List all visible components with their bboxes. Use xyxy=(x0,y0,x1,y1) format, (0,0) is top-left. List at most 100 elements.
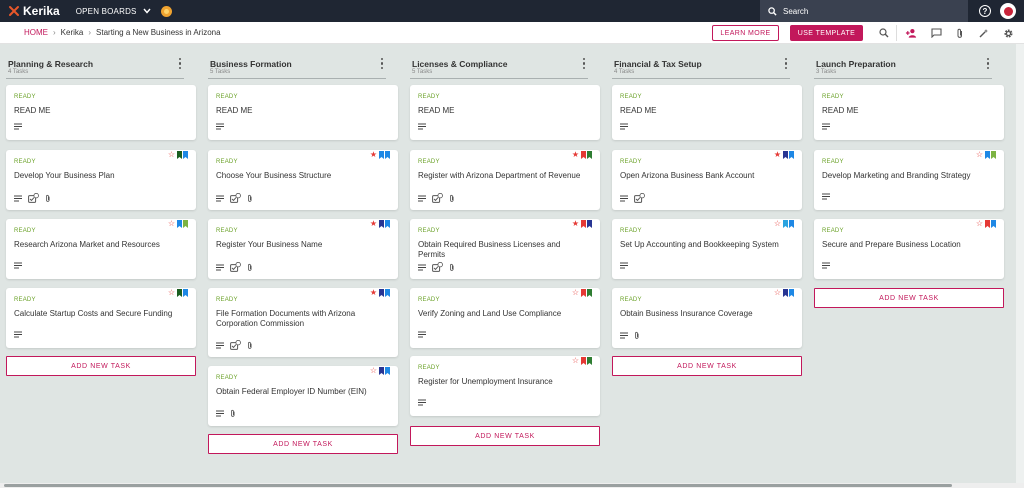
star-icon[interactable]: ★ xyxy=(572,220,579,228)
kerika-logo[interactable]: Kerika xyxy=(8,4,60,18)
checklist-icon[interactable] xyxy=(634,192,645,205)
task-card[interactable]: READY READ ME xyxy=(814,85,1004,140)
task-title[interactable]: Research Arizona Market and Resources xyxy=(14,240,184,250)
column-title[interactable]: Launch Preparation xyxy=(816,59,896,69)
column-title[interactable]: Financial & Tax Setup xyxy=(614,59,702,69)
add-new-task-button[interactable]: ADD NEW TASK xyxy=(6,356,196,376)
task-title[interactable]: Develop Marketing and Branding Strategy xyxy=(822,171,992,181)
task-card[interactable]: READY Obtain Federal Employer ID Number (… xyxy=(208,366,398,426)
star-icon[interactable]: ☆ xyxy=(774,220,781,228)
task-card[interactable]: READY Calculate Startup Costs and Secure … xyxy=(6,288,196,348)
task-card[interactable]: READY READ ME xyxy=(6,85,196,140)
column-title[interactable]: Business Formation xyxy=(210,59,292,69)
paperclip-icon[interactable] xyxy=(634,331,640,342)
user-avatar[interactable] xyxy=(1000,3,1016,19)
learn-more-button[interactable]: LEARN MORE xyxy=(712,25,779,41)
star-icon[interactable]: ★ xyxy=(774,151,781,159)
star-icon[interactable]: ★ xyxy=(370,151,377,159)
add-person-icon[interactable] xyxy=(905,27,917,39)
column-menu-icon[interactable] xyxy=(178,58,182,69)
sun-status-icon[interactable] xyxy=(160,5,172,17)
task-card[interactable]: READY Choose Your Business Structure ★ xyxy=(208,150,398,210)
task-card[interactable]: READY Register Your Business Name ★ xyxy=(208,219,398,279)
task-card[interactable]: READY File Formation Documents with Arizo… xyxy=(208,288,398,357)
magic-wand-icon[interactable] xyxy=(977,27,989,39)
checklist-icon[interactable] xyxy=(230,261,241,274)
paperclip-icon[interactable] xyxy=(45,194,51,205)
add-new-task-button[interactable]: ADD NEW TASK xyxy=(208,434,398,454)
paperclip-icon[interactable] xyxy=(247,263,253,274)
star-icon[interactable]: ★ xyxy=(370,220,377,228)
add-new-task-button[interactable]: ADD NEW TASK xyxy=(814,288,1004,308)
checklist-icon[interactable] xyxy=(432,192,443,205)
task-title[interactable]: Obtain Business Insurance Coverage xyxy=(620,309,790,319)
breadcrumb-org[interactable]: Kerika xyxy=(61,28,84,37)
breadcrumb-home[interactable]: HOME xyxy=(24,28,48,37)
checklist-icon[interactable] xyxy=(230,339,241,352)
star-icon[interactable]: ☆ xyxy=(976,220,983,228)
column-menu-icon[interactable] xyxy=(986,58,990,69)
task-title[interactable]: Calculate Startup Costs and Secure Fundi… xyxy=(14,309,184,319)
task-card[interactable]: READY Set Up Accounting and Bookkeeping S… xyxy=(612,219,802,279)
chat-icon[interactable] xyxy=(930,27,942,39)
star-icon[interactable]: ☆ xyxy=(976,151,983,159)
star-icon[interactable]: ☆ xyxy=(572,289,579,297)
star-icon[interactable]: ☆ xyxy=(168,151,175,159)
star-icon[interactable]: ☆ xyxy=(168,220,175,228)
column-title[interactable]: Planning & Research xyxy=(8,59,93,69)
paperclip-icon[interactable] xyxy=(954,27,966,39)
add-new-task-button[interactable]: ADD NEW TASK xyxy=(410,426,600,446)
column-menu-icon[interactable] xyxy=(784,58,788,69)
task-card[interactable]: READY Secure and Prepare Business Locatio… xyxy=(814,219,1004,279)
task-card[interactable]: READY Obtain Business Insurance Coverage ☆ xyxy=(612,288,802,348)
task-title[interactable]: Open Arizona Business Bank Account xyxy=(620,171,790,181)
task-title[interactable]: Set Up Accounting and Bookkeeping System xyxy=(620,240,790,250)
task-card[interactable]: READY Obtain Required Business Licenses a… xyxy=(410,219,600,279)
task-title[interactable]: READ ME xyxy=(822,106,992,116)
task-card[interactable]: READY Develop Your Business Plan ☆ xyxy=(6,150,196,210)
star-icon[interactable]: ☆ xyxy=(168,289,175,297)
task-title[interactable]: READ ME xyxy=(620,106,790,116)
task-title[interactable]: File Formation Documents with Arizona Co… xyxy=(216,309,386,329)
task-title[interactable]: Choose Your Business Structure xyxy=(216,171,386,181)
task-card[interactable]: READY READ ME xyxy=(208,85,398,140)
open-boards-menu[interactable]: OPEN BOARDS xyxy=(76,7,151,16)
checklist-icon[interactable] xyxy=(432,261,443,274)
paperclip-icon[interactable] xyxy=(247,341,253,352)
star-icon[interactable]: ☆ xyxy=(774,289,781,297)
task-card[interactable]: READY Verify Zoning and Land Use Complian… xyxy=(410,288,600,348)
task-card[interactable]: READY Open Arizona Business Bank Account ★ xyxy=(612,150,802,210)
search-box[interactable]: Search xyxy=(760,0,968,22)
scrollbar-thumb[interactable] xyxy=(4,484,952,487)
paperclip-icon[interactable] xyxy=(247,194,253,205)
paperclip-icon[interactable] xyxy=(449,263,455,274)
task-title[interactable]: Develop Your Business Plan xyxy=(14,171,184,181)
task-title[interactable]: READ ME xyxy=(418,106,588,116)
task-card[interactable]: READY Develop Marketing and Branding Stra… xyxy=(814,150,1004,210)
task-card[interactable]: READY Register with Arizona Department of… xyxy=(410,150,600,210)
paperclip-icon[interactable] xyxy=(449,194,455,205)
checklist-icon[interactable] xyxy=(230,192,241,205)
help-icon[interactable]: ? xyxy=(979,5,991,17)
task-title[interactable]: Register for Unemployment Insurance xyxy=(418,377,588,387)
task-title[interactable]: Obtain Federal Employer ID Number (EIN) xyxy=(216,387,386,397)
horizontal-scrollbar[interactable] xyxy=(0,483,1024,488)
task-title[interactable]: Verify Zoning and Land Use Compliance xyxy=(418,309,588,319)
add-new-task-button[interactable]: ADD NEW TASK xyxy=(612,356,802,376)
task-title[interactable]: READ ME xyxy=(14,106,184,116)
task-card[interactable]: READY READ ME xyxy=(612,85,802,140)
column-title[interactable]: Licenses & Compliance xyxy=(412,59,507,69)
task-title[interactable]: Register with Arizona Department of Reve… xyxy=(418,171,588,181)
task-title[interactable]: READ ME xyxy=(216,106,386,116)
paperclip-icon[interactable] xyxy=(230,409,236,420)
star-icon[interactable]: ☆ xyxy=(370,367,377,375)
star-icon[interactable]: ★ xyxy=(370,289,377,297)
column-menu-icon[interactable] xyxy=(582,58,586,69)
zoom-search-icon[interactable] xyxy=(878,27,890,39)
task-card[interactable]: READY READ ME xyxy=(410,85,600,140)
task-title[interactable]: Register Your Business Name xyxy=(216,240,386,250)
column-menu-icon[interactable] xyxy=(380,58,384,69)
gear-icon[interactable] xyxy=(1002,27,1014,39)
task-title[interactable]: Obtain Required Business Licenses and Pe… xyxy=(418,240,588,260)
task-card[interactable]: READY Research Arizona Market and Resourc… xyxy=(6,219,196,279)
